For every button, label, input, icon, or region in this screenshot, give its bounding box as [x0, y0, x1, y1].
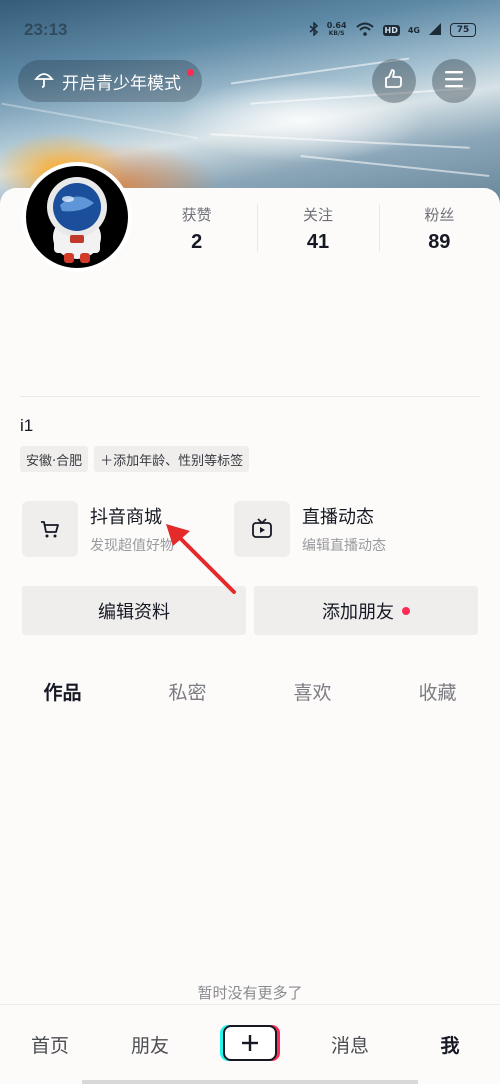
tab-favorites[interactable]: 收藏	[375, 678, 500, 718]
shop-text: 抖音商城 发现超值好物	[90, 503, 174, 555]
hamburger-menu-icon	[444, 70, 464, 92]
astronaut-avatar-image	[26, 166, 128, 268]
stat-label: 关注	[302, 206, 333, 224]
following-stat[interactable]: 关注 41	[257, 200, 378, 260]
network-speed-unit: KB/S	[328, 30, 345, 37]
signal-icon	[428, 21, 442, 40]
status-bar: 23:13 0.64 KB/S HD 4G 75	[0, 0, 500, 60]
battery-indicator: 75	[450, 23, 476, 37]
youth-mode-label: 开启青少年模式	[62, 73, 181, 94]
notification-dot	[402, 606, 410, 615]
tv-play-icon	[234, 501, 290, 557]
plus-icon	[223, 1025, 277, 1061]
stat-value: 89	[428, 231, 451, 253]
nav-me[interactable]: 我	[400, 1031, 500, 1058]
add-tag-button[interactable]: ＋添加年龄、性别等标签	[94, 446, 250, 472]
followers-stat[interactable]: 粉丝 89	[378, 200, 500, 260]
notification-dot	[187, 69, 194, 76]
youth-mode-button[interactable]: 开启青少年模式	[18, 60, 202, 102]
nav-messages[interactable]: 消息	[300, 1031, 400, 1058]
nav-home[interactable]: 首页	[0, 1031, 100, 1058]
location-tag[interactable]: 安徽·合肥	[20, 446, 89, 472]
tab-works[interactable]: 作品	[0, 678, 125, 718]
profile-card	[0, 188, 500, 1084]
tab-private[interactable]: 私密	[125, 678, 250, 718]
banner-streak	[1, 102, 199, 140]
network-speed-value: 0.64	[326, 21, 347, 30]
profile-stats: 获赞 2 关注 41 粉丝 89	[136, 200, 500, 260]
shop-entry[interactable]: 抖音商城 发现超值好物	[22, 500, 174, 558]
likes-stat[interactable]: 获赞 2	[136, 200, 257, 260]
bottom-navigation: 首页 朋友 消息 我	[0, 1004, 500, 1084]
bluetooth-icon	[309, 20, 319, 40]
live-subtitle: 编辑直播动态	[302, 538, 386, 554]
umbrella-icon	[34, 69, 54, 93]
status-time: 23:13	[24, 20, 68, 39]
add-friends-label: 添加朋友	[322, 601, 394, 623]
shop-title: 抖音商城	[90, 507, 162, 528]
banner-streak	[300, 155, 490, 177]
live-text: 直播动态 编辑直播动态	[302, 503, 386, 555]
profile-tags: 安徽·合肥 ＋添加年龄、性别等标签	[20, 446, 250, 472]
tab-likes[interactable]: 喜欢	[250, 678, 375, 718]
section-divider	[20, 396, 480, 397]
nickname: i1	[20, 416, 34, 435]
stat-label: 获赞	[181, 206, 212, 224]
network-speed: 0.64 KB/S	[327, 22, 347, 38]
edit-profile-label: 编辑资料	[98, 601, 170, 623]
hd-badge: HD	[382, 24, 400, 36]
wifi-icon	[355, 21, 375, 40]
banner-streak	[210, 133, 470, 149]
visitors-button[interactable]	[372, 59, 416, 103]
hand-pointer-icon	[382, 67, 406, 95]
shop-subtitle: 发现超值好物	[90, 538, 174, 554]
nav-friends[interactable]: 朋友	[100, 1031, 200, 1058]
avatar[interactable]	[22, 162, 132, 272]
live-entry[interactable]: 直播动态 编辑直播动态	[234, 500, 386, 558]
add-friends-button[interactable]: 添加朋友	[254, 586, 478, 635]
nav-create[interactable]	[200, 1025, 300, 1061]
signal-type: 4G	[407, 25, 420, 35]
edit-profile-button[interactable]: 编辑资料	[22, 586, 246, 635]
no-more-text: 暂时没有更多了	[197, 984, 303, 1002]
live-title: 直播动态	[302, 507, 374, 528]
status-icons: 0.64 KB/S HD 4G 75	[309, 20, 476, 40]
shopping-cart-icon	[22, 501, 78, 557]
home-indicator	[82, 1080, 418, 1084]
stat-value: 41	[306, 231, 330, 253]
stat-value: 2	[191, 231, 203, 253]
menu-button[interactable]	[432, 59, 476, 103]
stat-label: 粉丝	[424, 206, 455, 224]
content-tabs: 作品 私密 喜欢 收藏	[0, 678, 500, 718]
